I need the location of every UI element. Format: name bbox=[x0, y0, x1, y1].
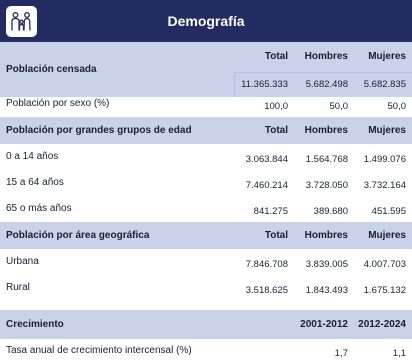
page-title: Demografía bbox=[167, 13, 245, 29]
age-row-total: 841.275 bbox=[253, 206, 288, 217]
age-col-total: Total bbox=[264, 125, 288, 136]
census-total: 11.365.333 bbox=[241, 79, 288, 90]
area-col-total: Total bbox=[264, 230, 288, 241]
area-row-label: Urbana bbox=[6, 256, 39, 267]
area-title: Población por área geográfica bbox=[6, 230, 150, 241]
area-row-total: 3.518.625 bbox=[245, 285, 288, 296]
age-row-mujeres: 1.499.076 bbox=[363, 154, 406, 165]
area-row-total: 7.846.708 bbox=[245, 259, 288, 270]
age-col-mujeres: Mujeres bbox=[368, 125, 406, 136]
census-mujeres: 5.682.835 bbox=[363, 79, 406, 90]
growth-title: Crecimiento bbox=[6, 319, 64, 330]
area-row-label: Rural bbox=[6, 282, 30, 293]
age-row-total: 7.460.214 bbox=[245, 180, 288, 191]
growth-col-2012-2024: 2012-2024 bbox=[358, 319, 406, 330]
area-row-mujeres: 4.007.703 bbox=[363, 259, 406, 270]
divider bbox=[234, 72, 412, 73]
growth-row-label: Tasa anual de crecimiento intercensal (%… bbox=[6, 345, 192, 356]
age-title: Población por grandes grupos de edad bbox=[6, 125, 192, 136]
age-row-label: 65 o más años bbox=[6, 203, 72, 214]
title-bar: Demografía bbox=[0, 0, 412, 42]
sex-total: 100,0 bbox=[264, 101, 288, 112]
col-mujeres: Mujeres bbox=[368, 51, 406, 62]
col-total: Total bbox=[264, 51, 288, 62]
sex-mujeres: 50,0 bbox=[387, 101, 407, 112]
age-row-label: 0 a 14 años bbox=[6, 151, 59, 162]
age-row-label: 15 a 64 años bbox=[6, 177, 64, 188]
area-col-mujeres: Mujeres bbox=[368, 230, 406, 241]
age-row-mujeres: 3.732.164 bbox=[363, 180, 406, 191]
area-row-mujeres: 1.675.132 bbox=[363, 285, 406, 296]
growth-row-2012-2024: 1,1 bbox=[392, 348, 406, 359]
age-row-mujeres: 451.595 bbox=[371, 206, 406, 217]
census-title: Población censada bbox=[6, 64, 97, 75]
age-row-total: 3.063.844 bbox=[245, 154, 288, 165]
sex-label: Población por sexo (%) bbox=[6, 98, 110, 109]
